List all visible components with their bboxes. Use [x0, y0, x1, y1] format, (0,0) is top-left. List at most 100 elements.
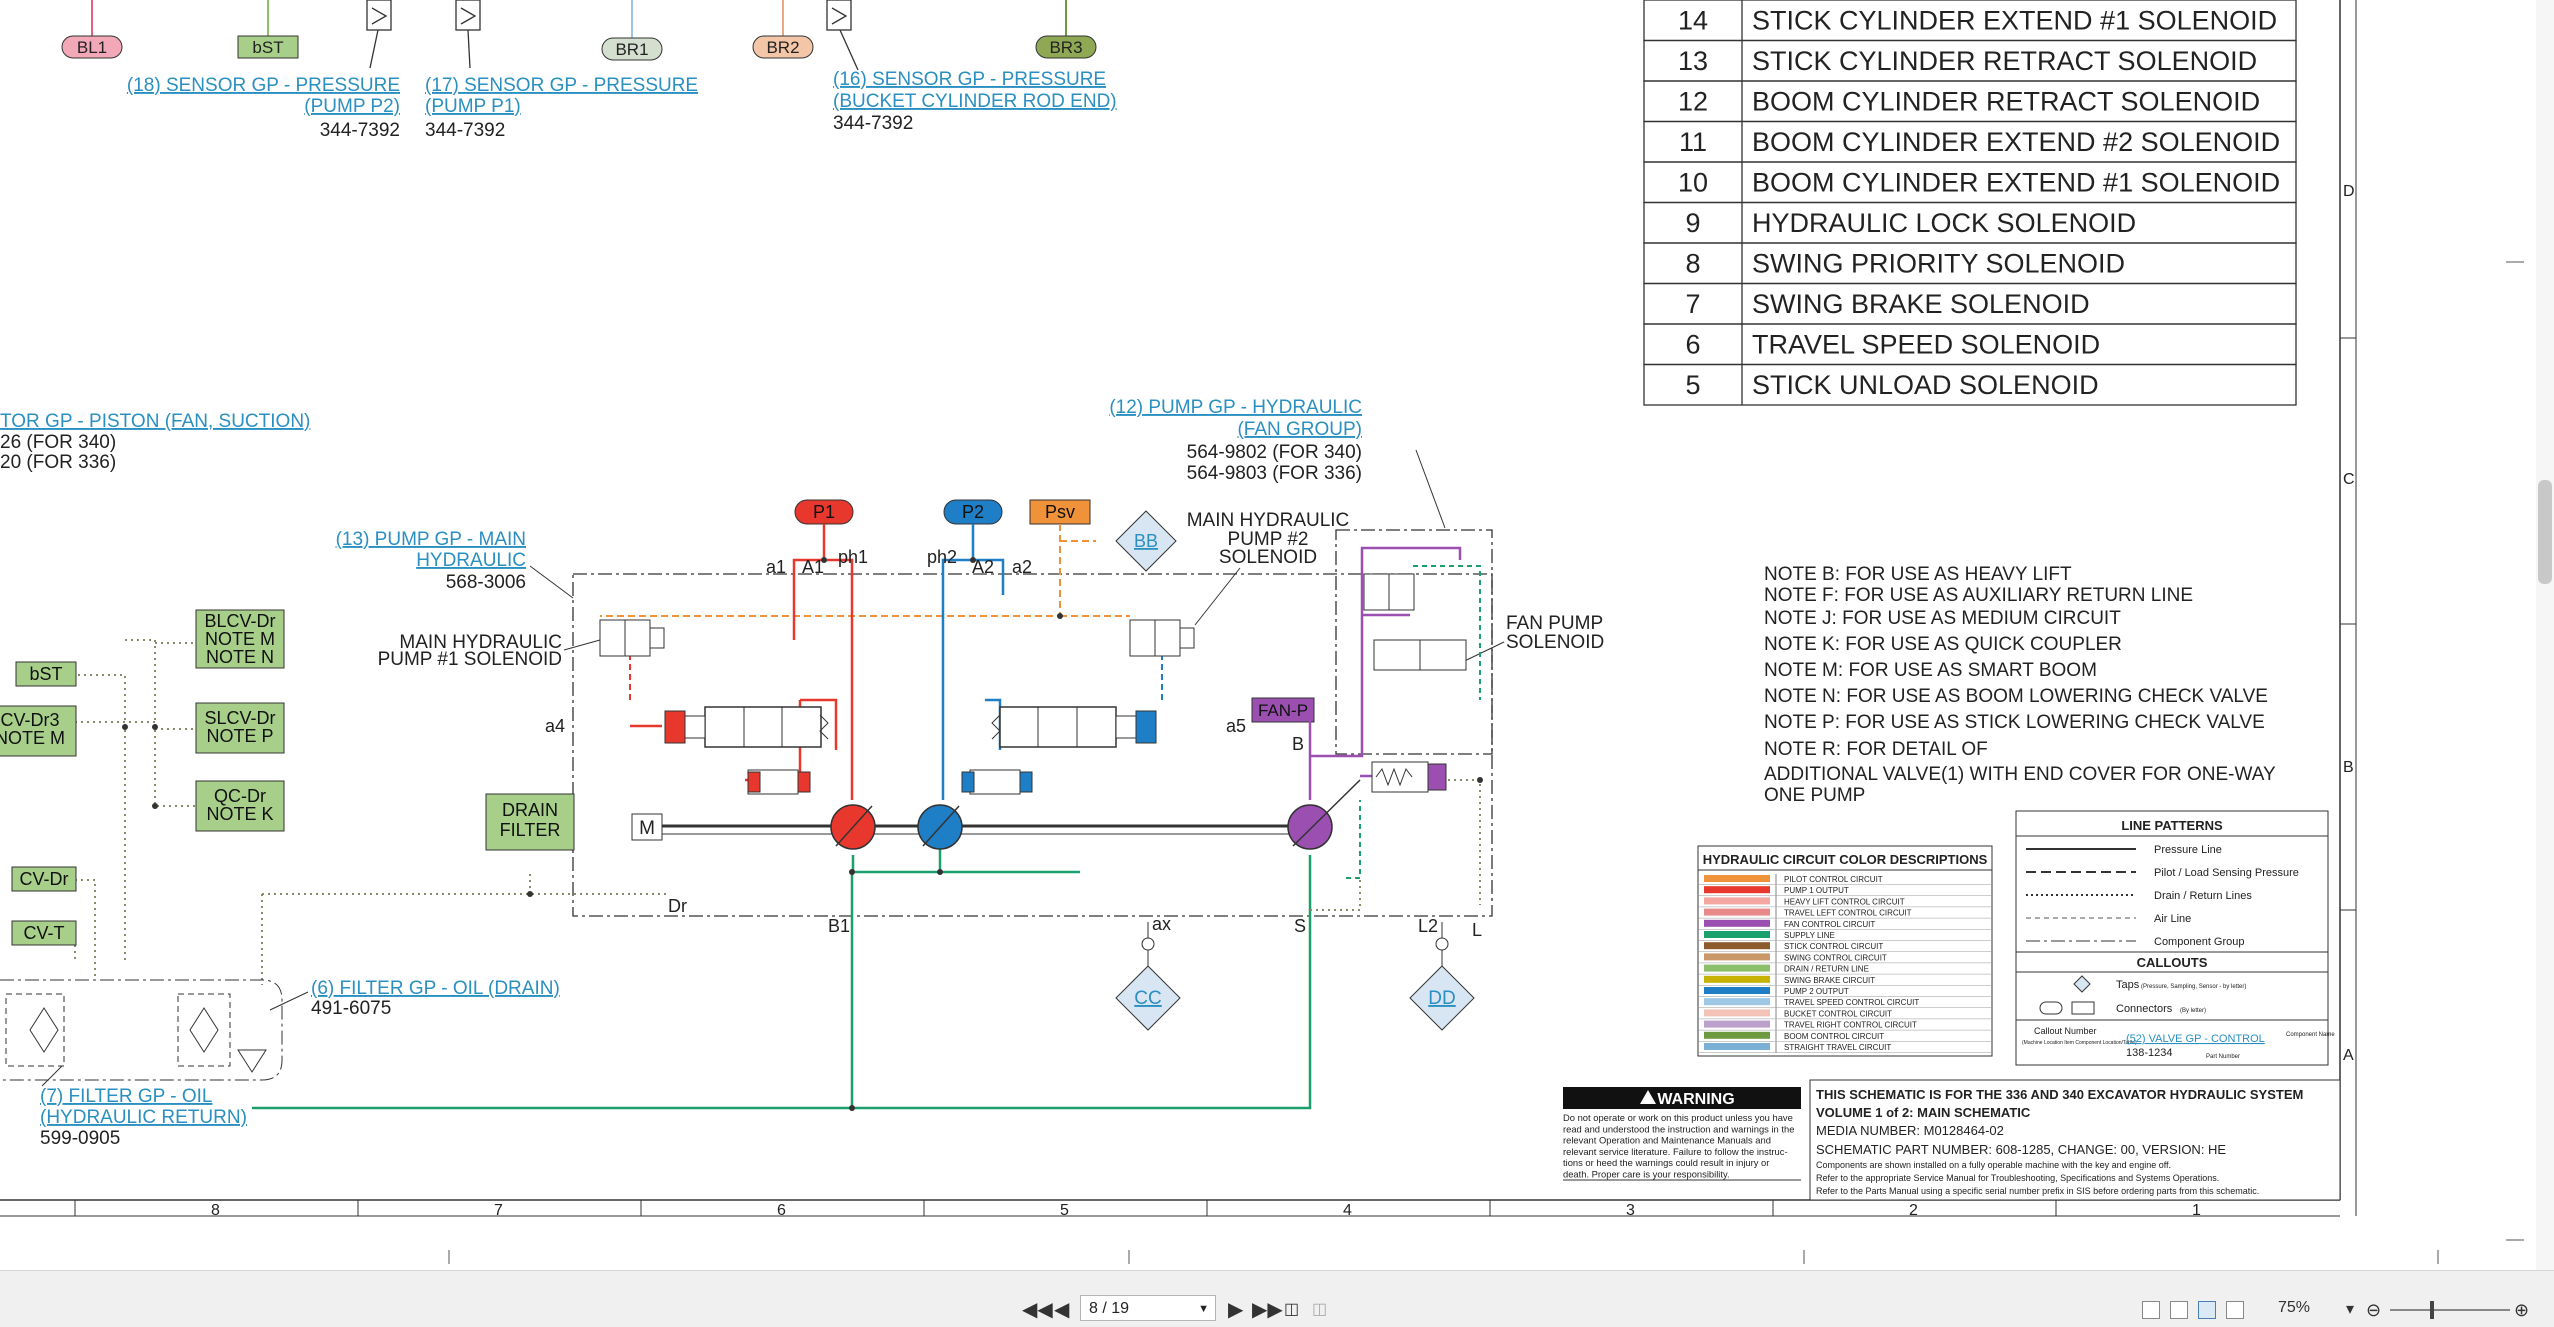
port-label-ph2: ph2 [927, 547, 957, 567]
grid-col-2: 2 [1909, 1202, 1918, 1219]
legend-label: BOOM CONTROL CIRCUIT [1784, 1032, 1884, 1041]
label-fan-pump-solenoid: FAN PUMP [1506, 613, 1603, 634]
svg-text:Psv: Psv [1045, 502, 1075, 522]
svg-text:BR1: BR1 [615, 40, 648, 59]
pump-fan [1287, 779, 1361, 850]
svg-text:LINE PATTERNS: LINE PATTERNS [2121, 818, 2223, 833]
box-cv-dr: CV-Dr [11, 866, 77, 892]
viewer-toolbar: ◀◀ ◀ 8 / 19 ▼ ▶ ▶▶ ◫ ◫ 75% ▾ ⊖ ⊕ [0, 1270, 2554, 1327]
grid-row-b: B [2343, 759, 2354, 776]
tap-bb[interactable]: BB [1115, 510, 1177, 572]
svg-text:BR2: BR2 [766, 38, 799, 57]
callout-motor-piston[interactable]: TOR GP - PISTON (FAN, SUCTION) [0, 411, 310, 432]
legend-swatch [1704, 942, 1770, 950]
single-page-view-icon[interactable] [2142, 1301, 2160, 1319]
label-pump1-solenoid-sub: PUMP #1 SOLENOID [378, 649, 562, 670]
svg-text:CV-Dr: CV-Dr [20, 869, 69, 889]
zoom-level[interactable]: 75% [2278, 1299, 2310, 1317]
zoom-slider-handle[interactable] [2430, 1301, 2434, 1319]
grid-col-5: 5 [1060, 1202, 1069, 1219]
zoom-dropdown-chevron-icon[interactable]: ▾ [2346, 1299, 2354, 1321]
svg-text:FILTER: FILTER [500, 820, 561, 840]
two-page-view-icon[interactable] [2198, 1301, 2216, 1319]
callout-sensor-17[interactable]: (17) SENSOR GP - PRESSURE [425, 75, 698, 96]
svg-text:CC: CC [1134, 988, 1161, 1009]
legend-swatch [1704, 931, 1770, 938]
callout-sensor-16[interactable]: (16) SENSOR GP - PRESSURE [833, 69, 1106, 90]
port-label-a2: a2 [1012, 557, 1032, 577]
vertical-scroll-thumb[interactable] [2538, 480, 2552, 584]
port-label-a4: a4 [545, 716, 565, 736]
callout-filter-6[interactable]: (6) FILTER GP - OIL (DRAIN) [311, 978, 560, 999]
color-legend: HYDRAULIC CIRCUIT COLOR DESCRIPTIONS PIL… [1697, 845, 1993, 1057]
svg-text:Components are shown installed: Components are shown installed on a full… [1816, 1160, 2171, 1170]
callout-pump-13[interactable]: (13) PUMP GP - MAIN [336, 529, 526, 550]
note-line: ONE PUMP [1764, 785, 1865, 806]
solenoid-name: STICK CYLINDER EXTEND #1 SOLENOID [1752, 6, 2277, 36]
previous-page-icon[interactable]: ◀ [1054, 1299, 1069, 1321]
solenoid-number: 10 [1678, 168, 1708, 198]
svg-text:NOTE M: NOTE M [0, 728, 65, 748]
solenoid-number: 7 [1685, 289, 1700, 319]
port-label-L: L [1472, 920, 1482, 940]
callout-sensor-18[interactable]: (18) SENSOR GP - PRESSURE [127, 75, 400, 96]
zoom-slider-track[interactable] [2390, 1309, 2510, 1311]
port-psv: Psv [1029, 499, 1091, 525]
zoom-out-icon[interactable]: ⊖ [2366, 1299, 2381, 1321]
schematic-drawing: D C B A 8 7 6 5 4 3 2 1 BL1 bST BR1 BR2 [0, 0, 2524, 1264]
rotate-view-icon[interactable] [2226, 1301, 2244, 1319]
fit-width-icon[interactable]: ◫ [1312, 1299, 1327, 1321]
tap-cc[interactable]: CC [1115, 922, 1181, 1031]
continuous-view-icon[interactable] [2170, 1301, 2188, 1319]
legend-swatch [1704, 1020, 1770, 1028]
vertical-scrollbar[interactable] [2536, 0, 2554, 1270]
box-bst: bST [15, 661, 77, 687]
control-valve-p2 [961, 706, 1157, 795]
solenoid-table: 14 STICK CYLINDER EXTEND #1 SOLENOID 13 STI… [1643, 0, 2297, 406]
notes-block: NOTE B: FOR USE AS HEAVY LIFTNOTE F: FOR… [1764, 564, 2276, 806]
callout-filter-7[interactable]: (7) FILTER GP - OIL [40, 1086, 212, 1107]
svg-text:Pilot / Load Sensing Pressure: Pilot / Load Sensing Pressure [2154, 867, 2299, 879]
callout-pump-13-sub[interactable]: HYDRAULIC [416, 550, 526, 571]
svg-text:P2: P2 [962, 502, 984, 522]
svg-text:Taps: Taps [2116, 979, 2140, 991]
zoom-in-icon[interactable]: ⊕ [2514, 1299, 2529, 1321]
warning-block: WARNING Do not operate or work on this p… [1563, 1087, 1801, 1181]
svg-text:138-1234: 138-1234 [2126, 1047, 2173, 1059]
note-line: NOTE N: FOR USE AS BOOM LOWERING CHECK V… [1764, 686, 2268, 707]
first-page-icon[interactable]: ◀◀ [1022, 1299, 1053, 1321]
legend-label: STRAIGHT TRAVEL CIRCUIT [1784, 1043, 1891, 1052]
callout-pump-12[interactable]: (12) PUMP GP - HYDRAULIC [1109, 397, 1362, 418]
callout-filter-7-sub[interactable]: (HYDRAULIC RETURN) [40, 1107, 247, 1128]
callout-sensor-16-sub[interactable]: (BUCKET CYLINDER ROD END) [833, 91, 1117, 112]
note-line: NOTE M: FOR USE AS SMART BOOM [1764, 660, 2097, 681]
fit-page-icon[interactable]: ◫ [1284, 1299, 1299, 1321]
svg-text:(Machine Location Item Compone: (Machine Location Item Component Locatio… [2022, 1040, 2137, 1046]
svg-text:M: M [639, 818, 655, 839]
svg-text:NOTE N: NOTE N [206, 647, 274, 667]
page-number-value: 8 / 19 [1089, 1300, 1130, 1317]
page-number-input[interactable]: 8 / 19 ▼ [1080, 1295, 1216, 1321]
legend-label: DRAIN / RETURN LINE [1784, 965, 1869, 974]
solenoid-number: 13 [1678, 46, 1708, 76]
next-page-icon[interactable]: ▶ [1228, 1299, 1243, 1321]
part-number: 344-7392 [833, 113, 913, 134]
svg-text:VOLUME 1 of 2: MAIN SCHEMATIC: VOLUME 1 of 2: MAIN SCHEMATIC [1816, 1105, 2031, 1120]
legend-swatch [1704, 1031, 1770, 1039]
grid-col-8: 8 [211, 1202, 220, 1219]
pump-p1 [830, 804, 876, 850]
grid-col-3: 3 [1626, 1202, 1635, 1219]
callout-pump-12-sub[interactable]: (FAN GROUP) [1237, 419, 1362, 440]
svg-text:MEDIA NUMBER: M0128464-02: MEDIA NUMBER: M0128464-02 [1816, 1123, 2004, 1138]
box-cv-dr3: CV-Dr3 NOTE M [0, 705, 77, 757]
chevron-down-icon[interactable]: ▼ [1198, 1296, 1209, 1322]
svg-text:Refer to the Parts Manual usin: Refer to the Parts Manual using a specif… [1816, 1186, 2259, 1196]
callout-sensor-17-sub[interactable]: (PUMP P1) [425, 96, 521, 117]
tap-dd[interactable]: DD [1409, 922, 1475, 1031]
note-line: NOTE R: FOR DETAIL OF [1764, 739, 1988, 760]
label-fan-pump-solenoid-sub: SOLENOID [1506, 632, 1604, 653]
last-page-icon[interactable]: ▶▶ [1252, 1299, 1283, 1321]
callout-sensor-18-sub[interactable]: (PUMP P2) [304, 96, 400, 117]
svg-text:(52) VALVE GP - CONTROL: (52) VALVE GP - CONTROL [2126, 1033, 2265, 1045]
svg-text:DD: DD [1428, 988, 1455, 1009]
